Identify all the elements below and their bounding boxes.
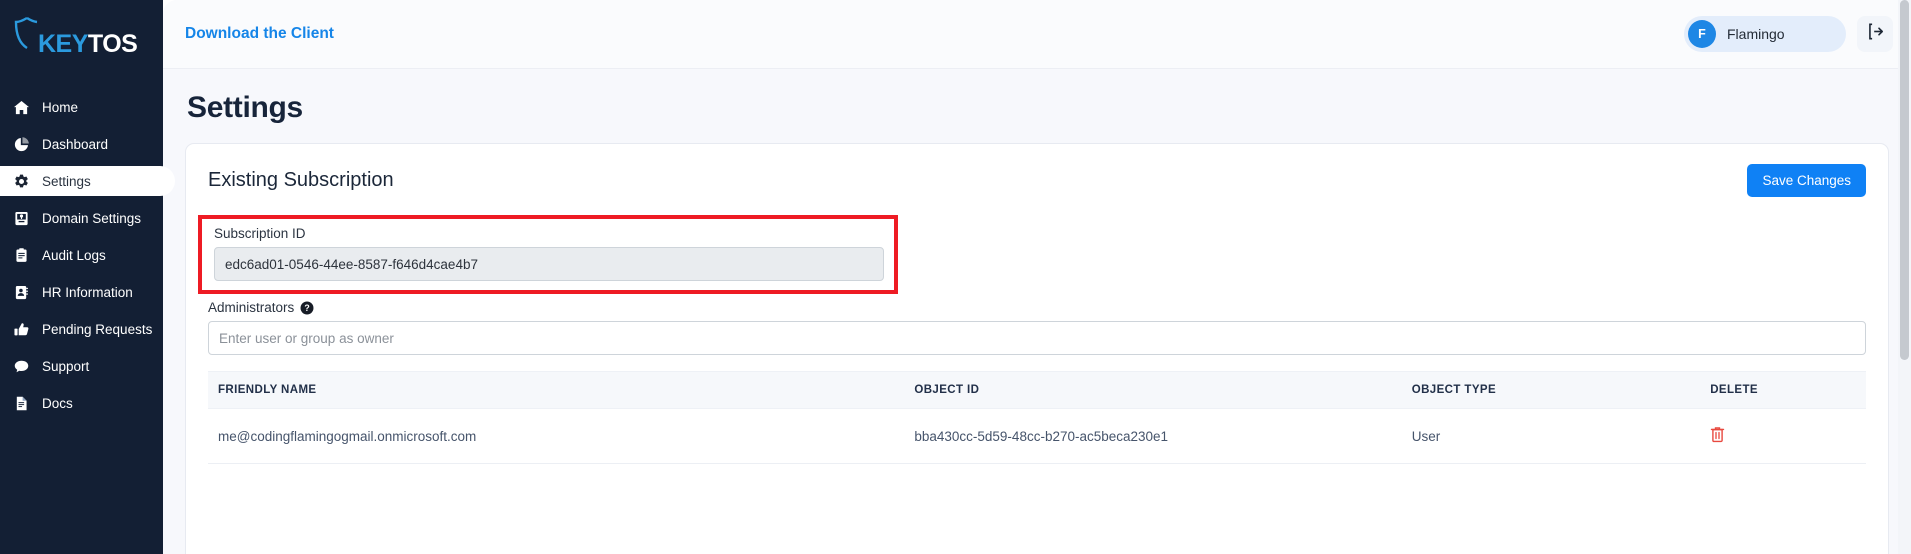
sidebar-item-label: Domain Settings: [42, 210, 142, 226]
logo-text-key: KEY: [38, 29, 88, 58]
sidebar-item-label: Docs: [42, 395, 73, 411]
column-header-delete: DELETE: [1700, 371, 1866, 409]
card-title: Existing Subscription: [208, 169, 394, 191]
thumbs-up-icon: [14, 322, 33, 337]
help-circle-icon[interactable]: ?: [300, 301, 314, 315]
subscription-id-highlight: Subscription ID: [198, 215, 898, 294]
cell-delete: [1700, 408, 1866, 464]
table-head: FRIENDLY NAME OBJECT ID OBJECT TYPE DELE…: [208, 371, 1866, 409]
cell-object-id: bba430cc-5d59-48cc-b270-ac5beca230e1: [904, 408, 1402, 464]
home-icon: [14, 100, 33, 115]
sidebar-item-label: Dashboard: [42, 136, 109, 152]
document-icon: [14, 396, 33, 411]
administrators-input[interactable]: [208, 321, 1866, 355]
sidebar-item-settings[interactable]: Settings: [0, 166, 175, 196]
save-changes-button[interactable]: Save Changes: [1747, 164, 1866, 197]
table-body: me@codingflamingogmail.onmicrosoft.com b…: [208, 408, 1866, 464]
administrators-field: Administrators ?: [208, 300, 1866, 355]
trash-icon: [1710, 426, 1725, 446]
address-book-icon: [14, 285, 33, 300]
app-root: KEYTOS Home Dashboard Settings Domain Se…: [0, 0, 1911, 554]
shield-icon: [14, 16, 40, 55]
download-client-link[interactable]: Download the Client: [185, 25, 334, 43]
gear-icon: [14, 174, 33, 189]
brand-logo[interactable]: KEYTOS: [0, 0, 163, 72]
sidebar-item-label: Home: [42, 99, 79, 115]
cell-object-type: User: [1401, 408, 1701, 464]
sidebar-item-label: Pending Requests: [42, 321, 153, 337]
administrators-label-text: Administrators: [208, 300, 295, 315]
sidebar-item-label: Support: [42, 358, 90, 374]
sidebar-item-hr-information[interactable]: HR Information: [0, 277, 163, 307]
column-header-object-id: OBJECT ID: [904, 371, 1402, 409]
svg-text:?: ?: [305, 303, 310, 313]
page-scrollbar[interactable]: [1898, 0, 1911, 554]
card-body: Subscription ID Administrators ?: [186, 207, 1888, 464]
sidebar-item-home[interactable]: Home: [0, 92, 163, 122]
cell-friendly-name: me@codingflamingogmail.onmicrosoft.com: [208, 408, 905, 464]
sidebar-item-label: HR Information: [42, 284, 133, 300]
user-menu[interactable]: F Flamingo: [1684, 16, 1846, 52]
subscription-id-label: Subscription ID: [214, 226, 306, 241]
sidebar-item-support[interactable]: Support: [0, 351, 163, 381]
sidebar-item-pending-requests[interactable]: Pending Requests: [0, 314, 163, 344]
scrollbar-thumb[interactable]: [1900, 0, 1909, 360]
subscription-id-input[interactable]: [214, 247, 884, 281]
sidebar-nav: Home Dashboard Settings Domain Settings …: [0, 92, 175, 418]
sidebar-item-docs[interactable]: Docs: [0, 388, 163, 418]
page-title: Settings: [187, 91, 303, 124]
pie-chart-icon: [14, 136, 33, 152]
topbar-right-group: F Flamingo: [1684, 16, 1893, 52]
column-header-friendly-name: FRIENDLY NAME: [208, 371, 905, 409]
sidebar-item-dashboard[interactable]: Dashboard: [0, 129, 163, 159]
sidebar: KEYTOS Home Dashboard Settings Domain Se…: [0, 0, 175, 554]
sidebar-item-label: Settings: [42, 173, 91, 189]
domain-icon: [14, 211, 33, 226]
avatar: F: [1688, 20, 1716, 48]
page-content: Settings Existing Subscription Save Chan…: [163, 69, 1911, 554]
administrators-table: FRIENDLY NAME OBJECT ID OBJECT TYPE DELE…: [208, 371, 1866, 464]
clipboard-icon: [14, 247, 33, 263]
sidebar-item-audit-logs[interactable]: Audit Logs: [0, 240, 163, 270]
topbar: Download the Client F Flamingo: [163, 0, 1911, 69]
column-header-object-type: OBJECT TYPE: [1401, 371, 1701, 409]
sidebar-item-label: Audit Logs: [42, 247, 106, 263]
main-region: Download the Client F Flamingo Settings …: [163, 0, 1911, 554]
logo-text-tos: TOS: [87, 29, 138, 58]
logout-icon: [1867, 23, 1884, 45]
delete-row-button[interactable]: [1710, 426, 1725, 446]
logout-button[interactable]: [1857, 16, 1893, 52]
user-name-label: Flamingo: [1727, 26, 1785, 42]
sidebar-item-domain-settings[interactable]: Domain Settings: [0, 203, 163, 233]
chat-bubble-icon: [14, 359, 33, 374]
table-header-row: FRIENDLY NAME OBJECT ID OBJECT TYPE DELE…: [208, 371, 1866, 409]
card-header: Existing Subscription Save Changes: [186, 144, 1888, 207]
existing-subscription-card: Existing Subscription Save Changes Subsc…: [185, 143, 1889, 554]
table-row: me@codingflamingogmail.onmicrosoft.com b…: [208, 408, 1866, 464]
administrators-label: Administrators ?: [208, 300, 1866, 315]
